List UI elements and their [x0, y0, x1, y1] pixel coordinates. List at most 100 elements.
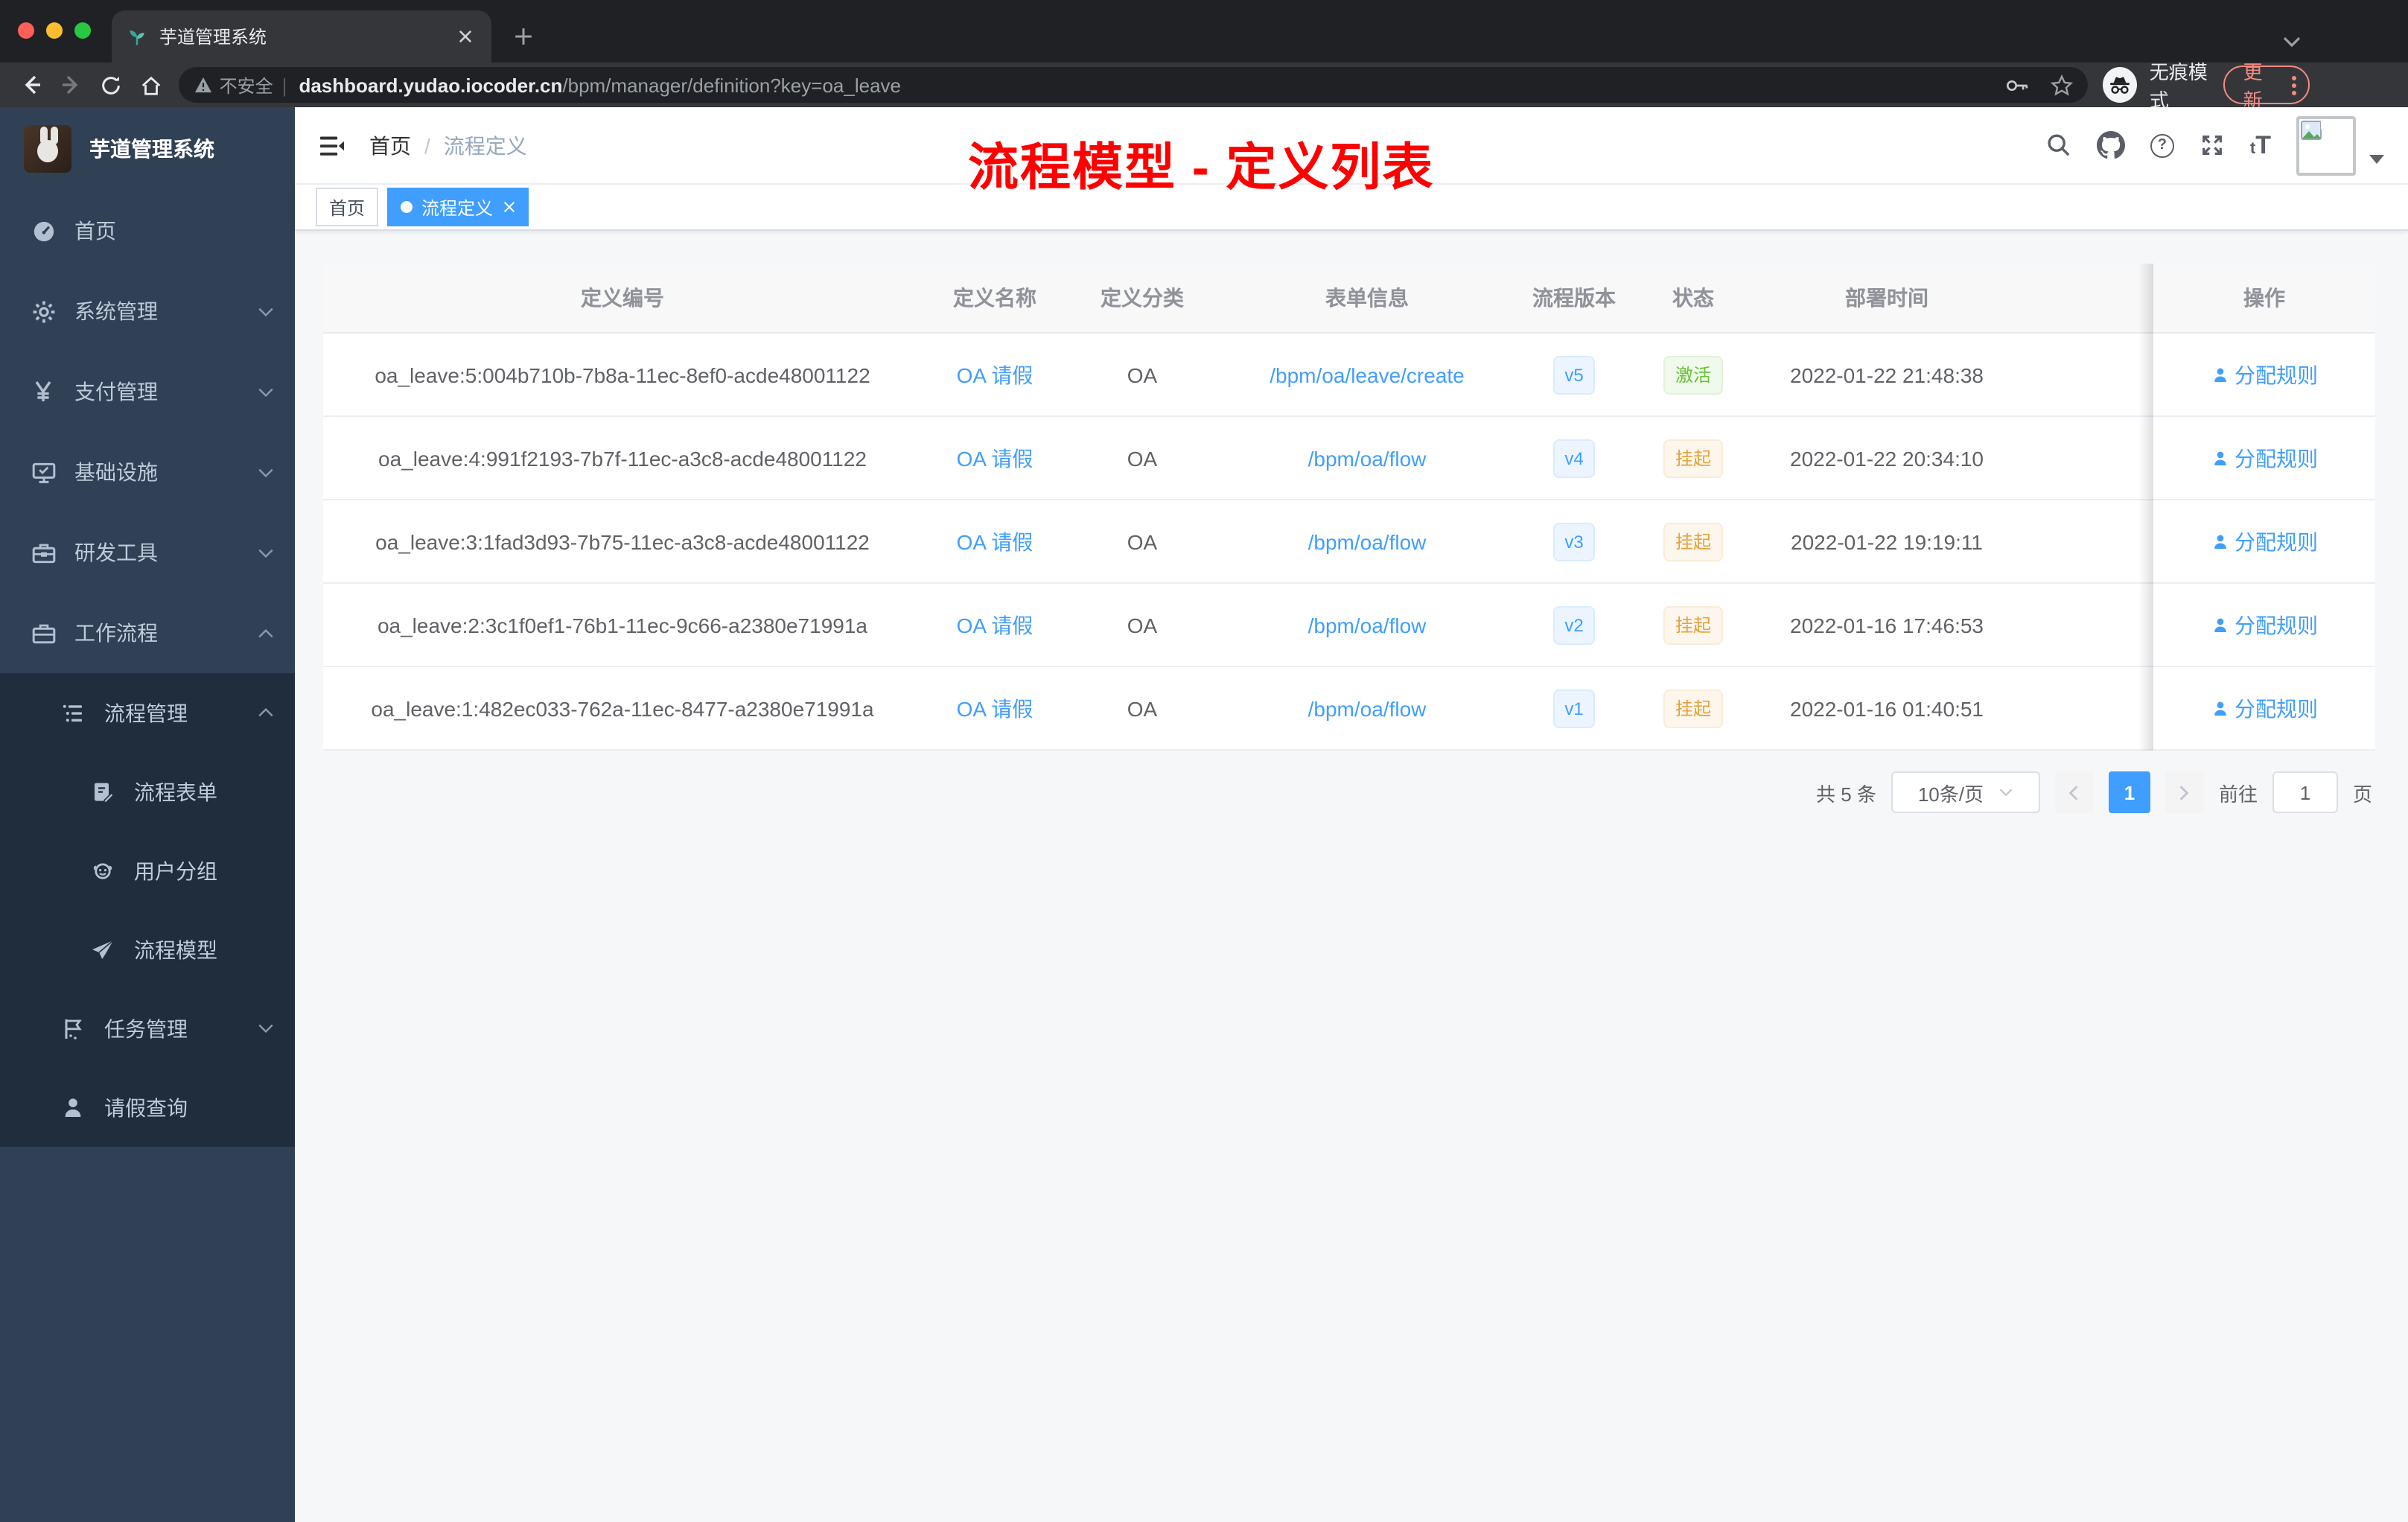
- user-group-icon: [89, 859, 116, 882]
- chevron-down-icon: [258, 306, 274, 316]
- definition-id: oa_leave:1:482ec033-762a-11ec-8477-a2380…: [371, 696, 874, 720]
- table-row: oa_leave:1:482ec033-762a-11ec-8477-a2380…: [323, 667, 2375, 751]
- col-actions: 操作: [2243, 286, 2285, 310]
- breadcrumb-separator: /: [424, 133, 430, 157]
- minimize-window-button[interactable]: [46, 22, 63, 39]
- definition-name-link[interactable]: OA 请假: [957, 613, 1033, 637]
- reload-button[interactable]: [92, 66, 130, 104]
- github-icon[interactable]: [2096, 131, 2125, 159]
- goto-label: 前往: [2218, 783, 2258, 805]
- sidebar: 芋道管理系统 首页 系统管理 支付管理 基础设施 研发工具 工作流程 流程管理 …: [0, 107, 295, 1522]
- next-page-button[interactable]: [2165, 771, 2204, 813]
- browser-tab[interactable]: 芋道管理系统: [112, 10, 491, 63]
- version-tag: v1: [1552, 689, 1596, 727]
- security-warning-icon[interactable]: [194, 76, 214, 94]
- sidebar-item-process-model[interactable]: 流程模型: [0, 910, 295, 989]
- definition-name-link[interactable]: OA 请假: [957, 363, 1033, 386]
- home-button[interactable]: [133, 66, 170, 104]
- sidebar-item-workflow[interactable]: 工作流程: [0, 593, 295, 673]
- breadcrumb-home[interactable]: 首页: [369, 130, 411, 160]
- assign-rule-link[interactable]: 分配规则: [2211, 610, 2318, 640]
- sidebar-logo[interactable]: 芋道管理系统: [0, 107, 295, 191]
- definition-category: OA: [1127, 446, 1158, 470]
- sidebar-item-leave-query[interactable]: 请假查询: [0, 1068, 295, 1147]
- new-tab-button[interactable]: [506, 19, 539, 52]
- monitor-icon: [30, 459, 57, 485]
- chevron-down-icon: [258, 386, 274, 397]
- sidebar-item-user-group[interactable]: 用户分组: [0, 831, 295, 910]
- url-separator: |: [281, 74, 287, 96]
- status-tag: 挂起: [1663, 439, 1723, 477]
- back-button[interactable]: [12, 66, 49, 104]
- person-icon: [60, 1095, 86, 1119]
- browser-toolbar: 不安全 | dashboard.yudao.iocoder.cn/bpm/man…: [0, 61, 2408, 112]
- tag-close-icon[interactable]: [503, 201, 515, 213]
- form-link[interactable]: /bpm/oa/flow: [1308, 529, 1427, 553]
- incognito-icon: [2103, 67, 2138, 103]
- font-size-icon[interactable]: tT: [2250, 130, 2271, 160]
- bookmark-star-icon[interactable]: [2051, 74, 2074, 96]
- fullscreen-icon[interactable]: [2200, 133, 2225, 158]
- definition-name-link[interactable]: OA 请假: [957, 529, 1033, 553]
- forward-button[interactable]: [52, 66, 89, 104]
- security-label[interactable]: 不安全: [220, 72, 273, 98]
- definition-name-link[interactable]: OA 请假: [957, 446, 1033, 470]
- sidebar-item-label: 研发工具: [74, 541, 158, 564]
- form-link[interactable]: /bpm/oa/flow: [1308, 696, 1427, 720]
- assign-rule-link[interactable]: 分配规则: [2211, 526, 2318, 556]
- definition-category: OA: [1127, 363, 1158, 386]
- sidebar-item-devtools[interactable]: 研发工具: [0, 512, 295, 593]
- sidebar-item-label: 请假查询: [104, 1095, 188, 1119]
- avatar-caret-icon[interactable]: [2369, 154, 2384, 163]
- help-icon[interactable]: ?: [2150, 133, 2174, 157]
- form-link[interactable]: /bpm/oa/flow: [1308, 613, 1427, 637]
- assign-rule-link[interactable]: 分配规则: [2211, 443, 2318, 473]
- tag-home[interactable]: 首页: [316, 188, 379, 226]
- definition-id: oa_leave:5:004b710b-7b8a-11ec-8ef0-acde4…: [375, 363, 870, 386]
- sidebar-item-home[interactable]: 首页: [0, 191, 295, 271]
- sidebar-item-process-form[interactable]: 流程表单: [0, 752, 295, 831]
- zoom-window-button[interactable]: [74, 22, 91, 39]
- workflow-submenu: 流程管理 流程表单 用户分组 流程模型 任务管理 请假查询: [0, 673, 295, 1147]
- deploy-time: 2022-01-22 19:19:11: [1791, 529, 1983, 553]
- col-deploy-time: 部署时间: [1845, 286, 1928, 310]
- deploy-time: 2022-01-16 17:46:53: [1790, 613, 1984, 637]
- definition-name-link[interactable]: OA 请假: [957, 696, 1033, 720]
- page-number-1[interactable]: 1: [2108, 771, 2150, 813]
- sidebar-item-task-mgmt[interactable]: 任务管理: [0, 989, 295, 1068]
- col-status: 状态: [1672, 286, 1714, 310]
- prev-page-button[interactable]: [2054, 771, 2094, 813]
- form-link[interactable]: /bpm/oa/leave/create: [1270, 363, 1465, 386]
- sidebar-item-payment[interactable]: 支付管理: [0, 351, 295, 432]
- tag-process-definition[interactable]: 流程定义: [387, 188, 529, 226]
- sidebar-item-infra[interactable]: 基础设施: [0, 432, 295, 512]
- chevron-down-icon: [258, 1023, 274, 1034]
- definition-id: oa_leave:2:3c1f0ef1-76b1-11ec-9c66-a2380…: [377, 613, 867, 637]
- assign-rule-link[interactable]: 分配规则: [2211, 693, 2318, 723]
- update-menu-button[interactable]: 更新: [2223, 61, 2310, 112]
- url-domain[interactable]: dashboard.yudao.iocoder.cn: [299, 74, 562, 96]
- assign-rule-link[interactable]: 分配规则: [2211, 360, 2318, 389]
- sidebar-item-process-mgmt[interactable]: 流程管理: [0, 673, 295, 752]
- sidebar-item-label: 用户分组: [134, 859, 217, 882]
- search-icon[interactable]: [2046, 133, 2071, 158]
- col-form-info: 表单信息: [1325, 286, 1409, 310]
- chevron-up-icon: [258, 707, 274, 718]
- deploy-time: 2022-01-16 01:40:51: [1790, 696, 1984, 720]
- incognito-label: 无痕模式: [2149, 61, 2208, 112]
- kebab-menu-icon[interactable]: [2292, 75, 2297, 95]
- dashboard-icon: [30, 218, 57, 243]
- url-path[interactable]: /bpm/manager/definition?key=oa_leave: [562, 74, 901, 96]
- password-key-icon[interactable]: [2007, 78, 2030, 92]
- tab-search-caret-icon[interactable]: [2283, 36, 2301, 48]
- page-size-select[interactable]: 10条/页: [1891, 771, 2040, 813]
- avatar[interactable]: [2296, 115, 2356, 175]
- sidebar-collapse-icon[interactable]: [319, 133, 345, 157]
- sidebar-item-system[interactable]: 系统管理: [0, 271, 295, 351]
- goto-page-input[interactable]: [2272, 771, 2338, 813]
- tab-close-icon[interactable]: [453, 25, 477, 48]
- workflow-toolbox-icon: [30, 620, 57, 646]
- form-link[interactable]: /bpm/oa/flow: [1308, 446, 1427, 470]
- close-window-button[interactable]: [18, 22, 34, 39]
- url-bar[interactable]: 不安全 | dashboard.yudao.iocoder.cn/bpm/man…: [179, 67, 2089, 103]
